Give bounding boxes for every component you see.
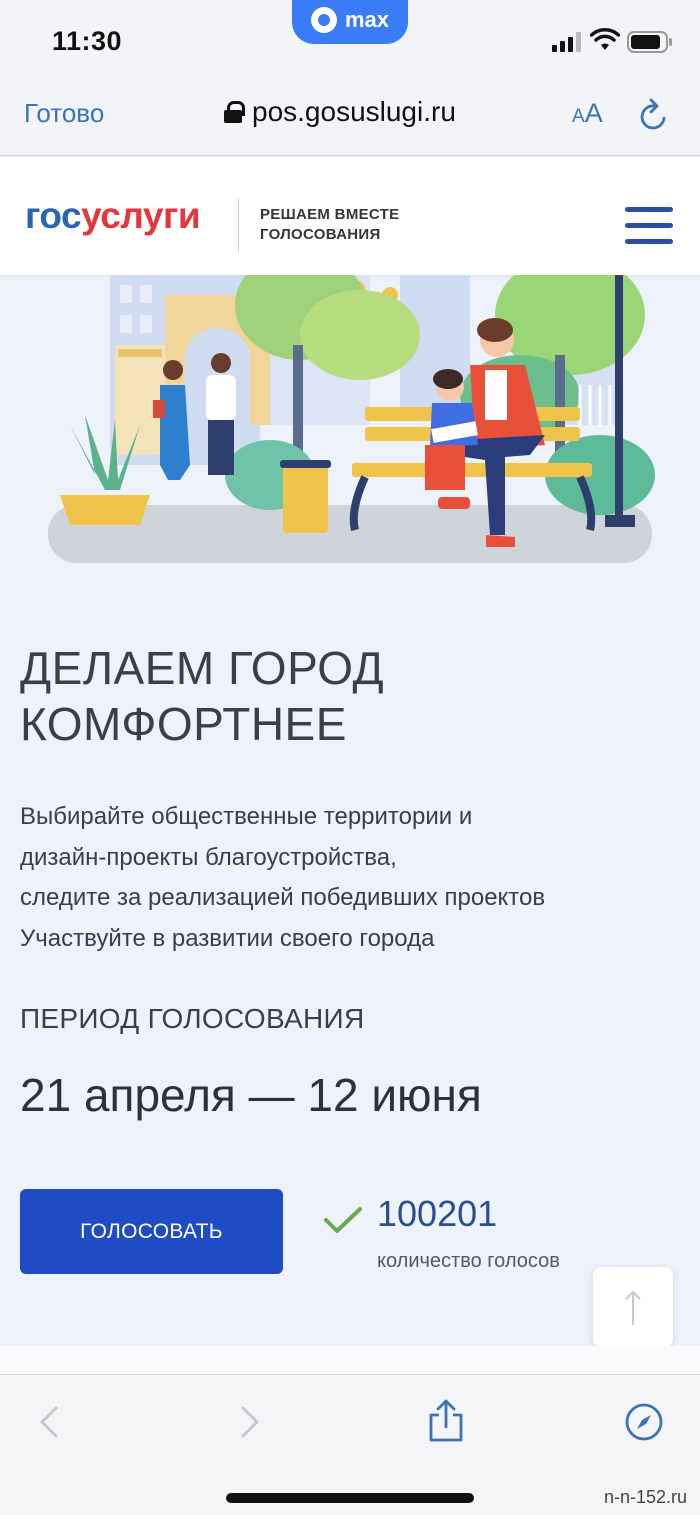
browser-address-bar: Готово pos.gosuslugi.ru AA: [0, 78, 700, 156]
lock-icon: [224, 101, 245, 123]
battery-icon: [627, 31, 672, 53]
logo-part-uslugi: услуги: [81, 195, 201, 236]
voting-period-value: 21 апреля — 12 июня: [20, 1069, 482, 1121]
checkmark-icon: [324, 1207, 362, 1233]
page-title: ДЕЛАЕМ ГОРОД КОМФОРТНЕЕ: [20, 640, 384, 752]
compass-icon[interactable]: [624, 1402, 664, 1442]
page-title-line-2: КОМФОРТНЕЕ: [20, 698, 347, 750]
arrow-up-icon: [625, 1290, 641, 1325]
done-button[interactable]: Готово: [24, 98, 104, 129]
home-indicator: [226, 1493, 474, 1503]
url-field[interactable]: pos.gosuslugi.ru: [224, 96, 456, 128]
browser-toolbar: n-n-152.ru: [0, 1374, 700, 1515]
description-line: Выбирайте общественные территории и: [20, 803, 473, 830]
max-logo-icon: [310, 7, 337, 33]
status-bar: 11:30 max: [0, 0, 700, 78]
gosuslugi-logo[interactable]: госуслуги: [25, 195, 201, 237]
watermark-text: n-n-152.ru: [604, 1487, 688, 1507]
status-time: 11:30: [52, 26, 123, 56]
vote-count-label: количество голосов: [377, 1250, 560, 1272]
scroll-to-top-button[interactable]: [593, 1267, 673, 1347]
cellular-signal-icon: [552, 32, 581, 52]
park-illustration: [48, 275, 655, 563]
hamburger-menu-icon[interactable]: [625, 207, 673, 245]
vote-button[interactable]: ГОЛОСОВАТЬ: [20, 1189, 283, 1274]
forward-arrow-icon[interactable]: [237, 1405, 263, 1439]
back-arrow-icon[interactable]: [36, 1405, 62, 1439]
description: Выбирайте общественные территории и диза…: [20, 797, 545, 959]
logo-part-gos: гос: [25, 195, 82, 236]
share-icon[interactable]: [427, 1399, 465, 1443]
tagline-line-2: ГОЛОСОВАНИЯ: [260, 226, 381, 243]
description-line: Участвуйте в развитии своего города: [20, 924, 435, 952]
site-header: госуслуги РЕШАЕМ ВМЕСТЕ ГОЛОСОВАНИЯ: [0, 157, 700, 275]
description-line: дизайн-проекты благоустройства,: [20, 843, 397, 871]
description-line: следите за реализацией победивших проект…: [20, 884, 546, 911]
wifi-icon: [590, 28, 620, 50]
url-text: pos.gosuslugi.ru: [252, 96, 456, 127]
reload-icon[interactable]: [638, 98, 670, 132]
header-tagline: РЕШАЕМ ВМЕСТЕ ГОЛОСОВАНИЯ: [260, 205, 399, 245]
app-pill-button[interactable]: max: [292, 0, 408, 44]
text-size-large-a: A: [584, 98, 603, 128]
header-divider: [238, 199, 239, 251]
text-size-button[interactable]: AA: [572, 98, 603, 129]
text-size-small-a: A: [572, 106, 585, 127]
page-lower-section: [0, 1346, 700, 1374]
page-title-line-1: ДЕЛАЕМ ГОРОД: [20, 642, 385, 694]
app-pill-label: max: [344, 7, 390, 32]
tagline-line-1: РЕШАЕМ ВМЕСТЕ: [260, 206, 400, 223]
voting-period-label: ПЕРИОД ГОЛОСОВАНИЯ: [20, 1003, 365, 1034]
vote-count: 100201: [377, 1193, 498, 1234]
